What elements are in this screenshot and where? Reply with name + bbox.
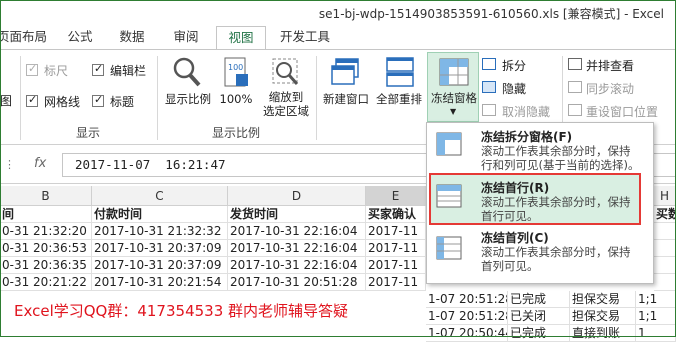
window-frame bbox=[0, 0, 676, 337]
